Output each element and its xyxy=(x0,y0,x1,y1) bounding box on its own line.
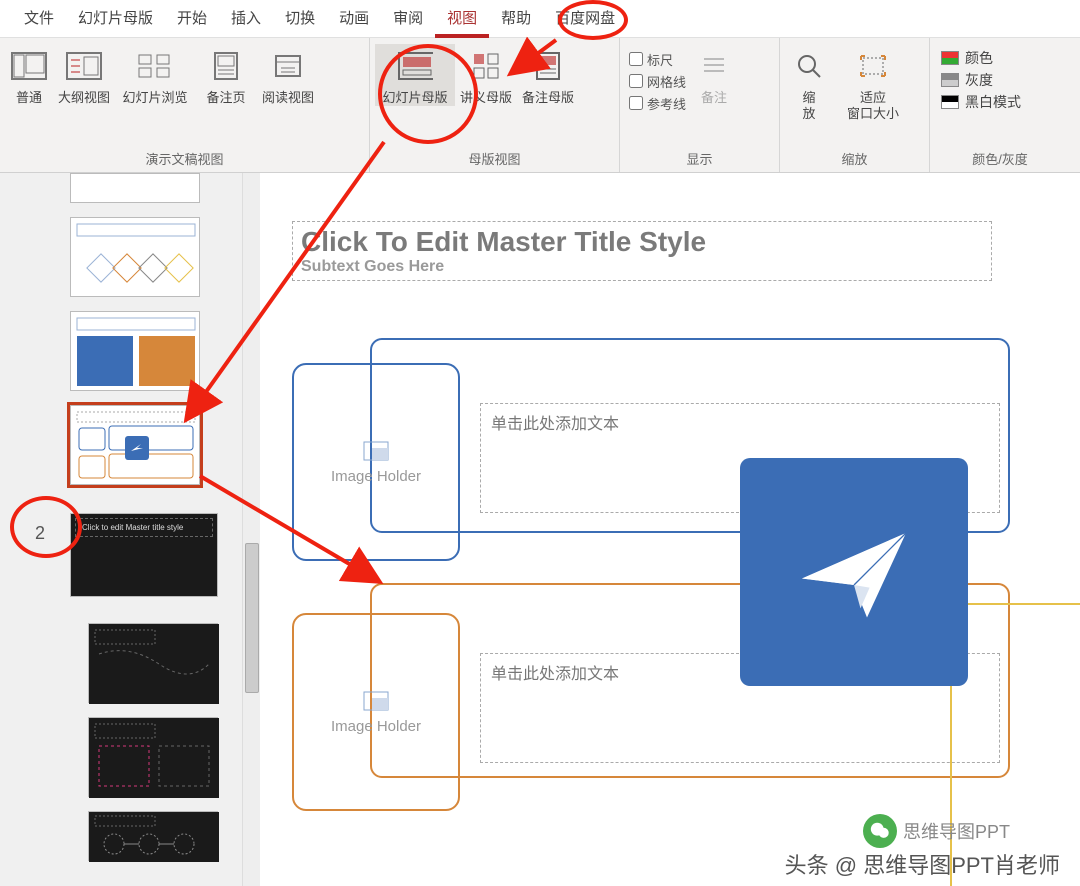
group-label-show: 显示 xyxy=(625,147,774,170)
group-label-master-views: 母版视图 xyxy=(375,147,614,170)
slide-master-sidebar: 2 Click to edit Master title style xyxy=(0,173,260,886)
slide-master-icon xyxy=(397,48,433,84)
menu-slide-master[interactable]: 幻灯片母版 xyxy=(66,0,165,38)
btn-reading[interactable]: 阅读视图 xyxy=(257,44,319,106)
menu-file[interactable]: 文件 xyxy=(12,0,66,38)
master-thumb-dark[interactable]: Click to edit Master title style xyxy=(70,513,218,597)
fit-window-icon xyxy=(855,48,891,84)
btn-zoom[interactable]: 缩 放 xyxy=(785,44,833,122)
master-title[interactable]: Click To Edit Master Title Style xyxy=(301,226,983,258)
wechat-icon xyxy=(863,814,897,848)
layout-thumb-dark-1[interactable] xyxy=(88,623,218,703)
btn-notes[interactable]: 备注 xyxy=(690,44,738,106)
handout-master-icon xyxy=(468,48,504,84)
group-label-zoom: 缩放 xyxy=(785,147,924,170)
image-placeholder-icon xyxy=(362,440,390,462)
btn-slide-browse[interactable]: 幻灯片浏览 xyxy=(115,44,195,106)
section-number: 2 xyxy=(35,523,45,544)
bw-swatch-icon xyxy=(941,95,959,109)
group-label-color: 颜色/灰度 xyxy=(935,147,1065,170)
check-guides[interactable]: 参考线 xyxy=(625,92,686,114)
layout-thumb-0[interactable] xyxy=(70,173,200,203)
layout-thumb-1[interactable] xyxy=(70,217,200,297)
workspace: 2 Click to edit Master title style Click… xyxy=(0,173,1080,886)
watermark: 头条 @ 思维导图PPT肖老师 xyxy=(785,848,1060,880)
menu-view[interactable]: 视图 xyxy=(435,0,489,38)
menu-insert[interactable]: 插入 xyxy=(219,0,273,38)
menu-review[interactable]: 审阅 xyxy=(381,0,435,38)
slide-canvas: Click To Edit Master Title Style Subtext… xyxy=(270,213,1050,873)
menu-help[interactable]: 帮助 xyxy=(489,0,543,38)
btn-fit-window[interactable]: 适应 窗口大小 xyxy=(833,44,913,122)
opt-gray[interactable]: 灰度 xyxy=(941,70,1021,90)
title-placeholder[interactable]: Click To Edit Master Title Style Subtext… xyxy=(292,221,992,281)
opt-bw[interactable]: 黑白模式 xyxy=(941,92,1021,112)
image-holder-orange[interactable]: Image Holder xyxy=(292,613,460,811)
btn-notes-page[interactable]: 备注页 xyxy=(195,44,257,106)
image-holder-blue[interactable]: Image Holder xyxy=(292,363,460,561)
slide-sorter-icon xyxy=(137,48,173,84)
zoom-icon xyxy=(791,48,827,84)
layout-thumb-2[interactable] xyxy=(70,311,200,391)
menu-baidu[interactable]: 百度网盘 xyxy=(543,0,627,38)
color-swatch-icon xyxy=(941,51,959,65)
btn-slide-master[interactable]: 幻灯片母版 xyxy=(375,44,455,106)
normal-view-icon xyxy=(11,48,47,84)
check-gridlines[interactable]: 网格线 xyxy=(625,70,686,92)
outline-view-icon xyxy=(66,48,102,84)
image-placeholder-icon xyxy=(362,690,390,712)
paper-plane-icon xyxy=(789,507,919,637)
reading-view-icon xyxy=(270,48,306,84)
master-subtitle[interactable]: Subtext Goes Here xyxy=(301,258,983,276)
scrollbar-thumb[interactable] xyxy=(245,543,259,693)
checkbox-guides[interactable] xyxy=(629,96,643,110)
notes-page-icon xyxy=(208,48,244,84)
btn-handout-master[interactable]: 讲义母版 xyxy=(455,44,517,106)
wechat-watermark: 思维导图PPT xyxy=(863,814,1010,848)
menu-transition[interactable]: 切换 xyxy=(273,0,327,38)
menu-animation[interactable]: 动画 xyxy=(327,0,381,38)
sidebar-scrollbar[interactable] xyxy=(242,173,260,886)
menu-start[interactable]: 开始 xyxy=(165,0,219,38)
layout-thumb-dark-2[interactable] xyxy=(88,717,218,797)
menu-bar: 文件 幻灯片母版 开始 插入 切换 动画 审阅 视图 帮助 百度网盘 xyxy=(0,0,1080,38)
check-ruler[interactable]: 标尺 xyxy=(625,48,686,70)
gray-swatch-icon xyxy=(941,73,959,87)
btn-notes-master[interactable]: 备注母版 xyxy=(517,44,579,106)
group-label-presentation-views: 演示文稿视图 xyxy=(5,147,364,170)
btn-normal[interactable]: 普通 xyxy=(5,44,53,106)
layout-thumb-dark-3[interactable] xyxy=(88,811,218,861)
btn-outline[interactable]: 大纲视图 xyxy=(53,44,115,106)
slide-editor[interactable]: Click To Edit Master Title Style Subtext… xyxy=(260,173,1080,886)
layout-thumb-selected[interactable] xyxy=(70,405,200,485)
notes-icon xyxy=(696,48,732,84)
checkbox-gridlines[interactable] xyxy=(629,74,643,88)
paper-plane-box[interactable] xyxy=(740,458,968,686)
opt-color[interactable]: 颜色 xyxy=(941,48,1021,68)
checkbox-ruler[interactable] xyxy=(629,52,643,66)
ribbon: 普通 大纲视图 幻灯片浏览 备注页 阅读视图 演示文稿视图 xyxy=(0,38,1080,173)
notes-master-icon xyxy=(530,48,566,84)
